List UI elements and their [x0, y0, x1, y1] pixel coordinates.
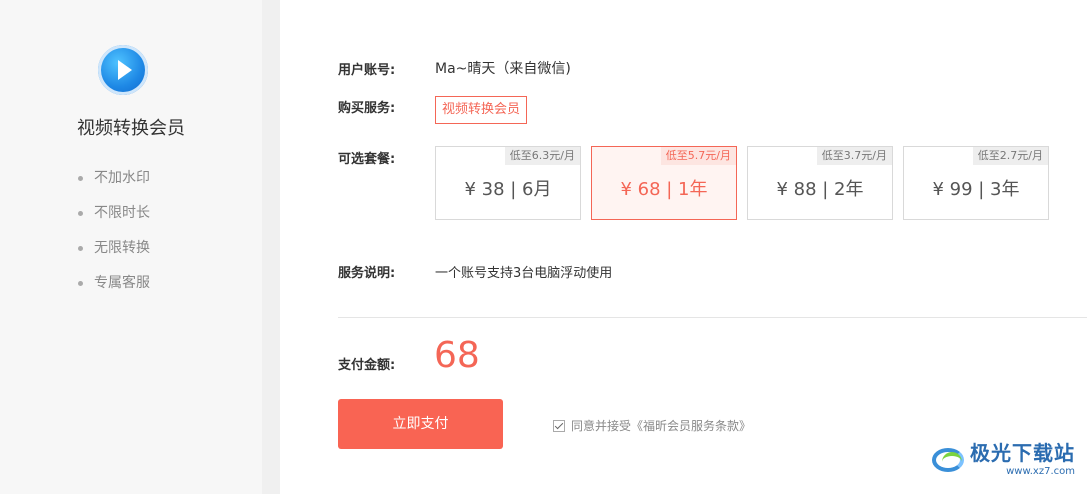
plan-badge: 低至5.7元/月: [660, 147, 736, 165]
watermark: 极光下载站 www.xz7.com: [928, 440, 1075, 480]
plan-price: ¥ 68 | 1年: [620, 179, 708, 200]
feature-item: 不加水印: [78, 170, 150, 205]
account-value: Ma~晴天（来自微信): [435, 61, 571, 77]
feature-item: 专属客服: [78, 275, 150, 310]
amount-label: 支付金额:: [338, 358, 396, 373]
feature-list: 不加水印 不限时长 无限转换 专属客服: [78, 170, 150, 310]
plan-option-1y[interactable]: 低至5.7元/月 ¥ 68 | 1年: [591, 146, 737, 220]
bullet-icon: [78, 281, 83, 286]
feature-label: 不加水印: [94, 170, 150, 186]
service-tag[interactable]: 视频转换会员: [435, 96, 527, 124]
watermark-url: www.xz7.com: [1006, 466, 1075, 477]
watermark-logo-icon: [928, 440, 968, 480]
plan-option-3y[interactable]: 低至2.7元/月 ¥ 99 | 3年: [903, 146, 1049, 220]
service-label: 购买服务:: [338, 101, 396, 116]
plan-price: ¥ 88 | 2年: [776, 179, 864, 200]
bullet-icon: [78, 176, 83, 181]
account-label: 用户账号:: [338, 63, 396, 78]
plan-badge: 低至3.7元/月: [816, 147, 892, 165]
watermark-title: 极光下载站: [970, 441, 1075, 465]
video-play-icon: [98, 45, 148, 95]
sidebar: 视频转换会员 不加水印 不限时长 无限转换 专属客服: [0, 0, 262, 494]
agreement[interactable]: 同意并接受《福昕会员服务条款》: [553, 417, 751, 434]
app-title: 视频转换会员: [77, 118, 185, 139]
bullet-icon: [78, 246, 83, 251]
feature-label: 专属客服: [94, 275, 150, 291]
bullet-icon: [78, 211, 83, 216]
plan-price: ¥ 99 | 3年: [932, 179, 1020, 200]
agreement-text[interactable]: 同意并接受《福昕会员服务条款》: [571, 417, 751, 434]
plan-option-6m[interactable]: 低至6.3元/月 ¥ 38 | 6月: [435, 146, 581, 220]
description-value: 一个账号支持3台电脑浮动使用: [435, 266, 613, 281]
sidebar-divider: [262, 0, 280, 494]
feature-item: 不限时长: [78, 205, 150, 240]
payment-amount: 68: [434, 335, 480, 376]
agreement-checkbox[interactable]: [553, 419, 565, 432]
pay-now-button[interactable]: 立即支付: [338, 399, 503, 449]
plan-price: ¥ 38 | 6月: [464, 179, 552, 200]
divider: [338, 317, 1087, 318]
plan-badge: 低至2.7元/月: [972, 147, 1048, 165]
feature-label: 不限时长: [94, 205, 150, 221]
feature-item: 无限转换: [78, 240, 150, 275]
plan-badge: 低至6.3元/月: [504, 147, 580, 165]
feature-label: 无限转换: [94, 240, 150, 256]
plan-option-2y[interactable]: 低至3.7元/月 ¥ 88 | 2年: [747, 146, 893, 220]
description-label: 服务说明:: [338, 266, 396, 281]
plans-label: 可选套餐:: [338, 152, 396, 167]
